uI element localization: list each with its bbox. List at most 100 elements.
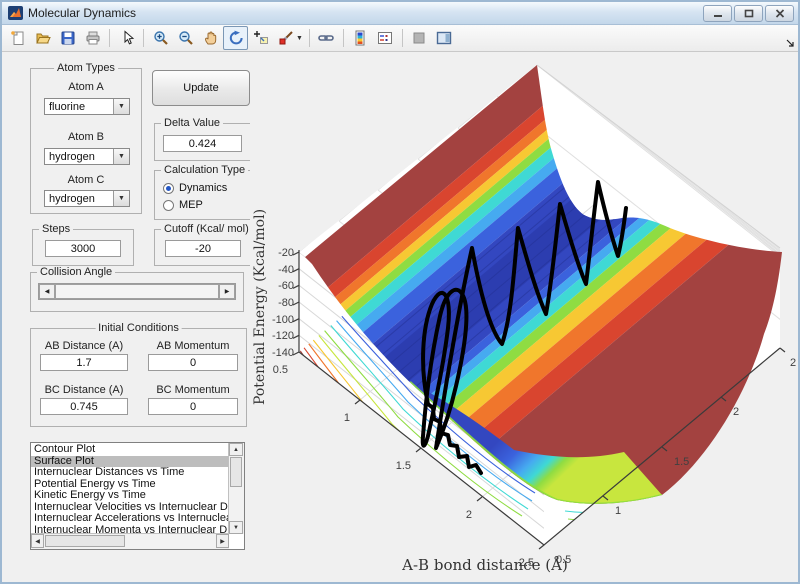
link-plot-button[interactable] bbox=[314, 26, 339, 50]
ab-tick: 2 bbox=[466, 509, 472, 521]
ab-distance-input[interactable] bbox=[40, 354, 128, 371]
open-file-button[interactable] bbox=[30, 26, 55, 50]
insert-legend-icon bbox=[377, 30, 393, 46]
horizontal-scrollbar[interactable]: ◀ ▶ bbox=[31, 533, 229, 549]
radio-mep[interactable]: MEP bbox=[163, 199, 203, 211]
radio-dynamics-label: Dynamics bbox=[179, 182, 227, 194]
link-plot-icon bbox=[318, 30, 334, 46]
cutoff-panel: Cutoff (Kcal/ mol) bbox=[154, 229, 252, 266]
collision-angle-title: Collision Angle bbox=[37, 266, 115, 278]
brush-data-button[interactable] bbox=[273, 26, 298, 50]
hide-plot-tools-button[interactable] bbox=[407, 26, 432, 50]
maximize-button[interactable] bbox=[734, 5, 763, 22]
new-figure-icon bbox=[10, 30, 26, 46]
steps-input[interactable] bbox=[45, 240, 121, 257]
scroll-down-icon[interactable]: ▼ bbox=[229, 521, 243, 534]
data-cursor-button[interactable] bbox=[248, 26, 273, 50]
scroll-right-icon[interactable]: ▶ bbox=[216, 534, 229, 548]
ab-tick: 0.5 bbox=[273, 364, 288, 376]
rotate-3d-button[interactable] bbox=[223, 26, 248, 50]
atom-b-label: Atom B bbox=[31, 131, 141, 143]
z-axis-label: Potential Energy (Kcal/mol) bbox=[252, 209, 268, 405]
ab-momentum-label: AB Momentum bbox=[148, 340, 238, 352]
pan-hand-button[interactable] bbox=[198, 26, 223, 50]
brush-dropdown-caret[interactable]: ▼ bbox=[296, 35, 303, 42]
atom-types-title: Atom Types bbox=[54, 62, 118, 74]
plot-type-listbox: Contour Plot Surface Plot Internuclear D… bbox=[30, 442, 245, 550]
toolbar-separator bbox=[343, 29, 344, 47]
chevron-down-icon[interactable]: ▼ bbox=[113, 191, 129, 206]
close-button[interactable] bbox=[765, 5, 794, 22]
zoom-out-button[interactable] bbox=[173, 26, 198, 50]
collision-angle-slider[interactable]: ◀ ▶ bbox=[38, 283, 236, 300]
insert-colorbar-button[interactable] bbox=[348, 26, 373, 50]
calculation-type-title: Calculation Type bbox=[161, 164, 248, 176]
toolbar-separator bbox=[402, 29, 403, 47]
list-item[interactable]: Kinetic Energy vs Time bbox=[31, 490, 228, 502]
ab-tick: 1 bbox=[344, 412, 350, 424]
atom-b-value: hydrogen bbox=[45, 151, 113, 163]
steps-panel: Steps bbox=[32, 229, 134, 266]
zoom-in-icon bbox=[153, 30, 169, 46]
save-figure-button[interactable] bbox=[55, 26, 80, 50]
minimize-button[interactable] bbox=[703, 5, 732, 22]
list-item[interactable]: Internuclear Accelerations vs Internucle… bbox=[31, 513, 228, 525]
bc-momentum-input[interactable] bbox=[148, 398, 238, 415]
vertical-scroll-thumb[interactable] bbox=[230, 457, 242, 487]
scroll-up-icon[interactable]: ▲ bbox=[229, 443, 243, 456]
show-plot-tools-button[interactable] bbox=[432, 26, 457, 50]
toolbar-separator bbox=[309, 29, 310, 47]
bc-tick: 1.5 bbox=[674, 456, 689, 468]
bc-tick: 2 bbox=[733, 406, 739, 418]
update-button[interactable]: Update bbox=[152, 70, 250, 106]
slider-thumb[interactable] bbox=[55, 284, 219, 299]
surface-plot-axes[interactable]: -20 -40 -60 -80 -100 -120 -140 0.5 1 1.5… bbox=[250, 52, 800, 584]
toolbar-overflow-icon[interactable] bbox=[786, 34, 794, 52]
listbox-items: Contour Plot Surface Plot Internuclear D… bbox=[31, 444, 228, 533]
list-item[interactable]: Contour Plot bbox=[31, 444, 228, 456]
delta-value-input[interactable] bbox=[163, 135, 242, 152]
open-file-icon bbox=[35, 30, 51, 46]
brush-data-icon bbox=[278, 30, 294, 46]
scroll-left-icon[interactable]: ◀ bbox=[31, 534, 44, 548]
print-figure-button[interactable] bbox=[80, 26, 105, 50]
title-bar: Molecular Dynamics bbox=[2, 2, 798, 25]
pointer-button[interactable] bbox=[114, 26, 139, 50]
radio-selected-icon bbox=[163, 183, 174, 194]
show-plot-tools-icon bbox=[436, 30, 452, 46]
insert-colorbar-icon bbox=[352, 30, 368, 46]
zoom-in-button[interactable] bbox=[148, 26, 173, 50]
ab-momentum-input[interactable] bbox=[148, 354, 238, 371]
delta-value-panel: Delta Value bbox=[154, 123, 252, 161]
vertical-scrollbar[interactable]: ▲ ▼ bbox=[228, 443, 244, 534]
bc-tick: 2 bbox=[790, 357, 796, 369]
x-axis-label: A-B bond distance (Å) bbox=[401, 556, 568, 574]
slider-left-arrow-icon[interactable]: ◀ bbox=[39, 284, 55, 299]
bc-tick: 1 bbox=[615, 505, 621, 517]
slider-right-arrow-icon[interactable]: ▶ bbox=[219, 284, 235, 299]
z-tick: -100 bbox=[272, 314, 294, 326]
z-tick: -80 bbox=[278, 297, 294, 309]
atom-types-panel: Atom Types Atom A fluorine ▼ Atom B hydr… bbox=[30, 68, 142, 214]
chevron-down-icon[interactable]: ▼ bbox=[113, 149, 129, 164]
radio-dynamics[interactable]: Dynamics bbox=[163, 182, 227, 194]
pan-hand-icon bbox=[203, 30, 219, 46]
insert-legend-button[interactable] bbox=[373, 26, 398, 50]
bc-distance-input[interactable] bbox=[40, 398, 128, 415]
bc-distance-label: BC Distance (A) bbox=[40, 384, 128, 396]
toolbar-separator bbox=[109, 29, 110, 47]
atom-a-dropdown[interactable]: fluorine ▼ bbox=[44, 98, 130, 115]
chevron-down-icon[interactable]: ▼ bbox=[113, 99, 129, 114]
z-tick: -20 bbox=[278, 247, 294, 259]
bc-momentum-label: BC Momentum bbox=[148, 384, 238, 396]
new-figure-button[interactable] bbox=[5, 26, 30, 50]
toolbar: ▼ bbox=[2, 25, 798, 52]
horizontal-scroll-thumb[interactable] bbox=[45, 535, 125, 547]
cutoff-input[interactable] bbox=[165, 240, 241, 257]
z-tick: -40 bbox=[278, 264, 294, 276]
z-tick: -120 bbox=[272, 330, 294, 342]
atom-c-dropdown[interactable]: hydrogen ▼ bbox=[44, 190, 130, 207]
list-item[interactable]: Internuclear Momenta vs Internuclear Dis… bbox=[31, 525, 228, 534]
atom-b-dropdown[interactable]: hydrogen ▼ bbox=[44, 148, 130, 165]
list-item[interactable]: Internuclear Distances vs Time bbox=[31, 467, 228, 479]
